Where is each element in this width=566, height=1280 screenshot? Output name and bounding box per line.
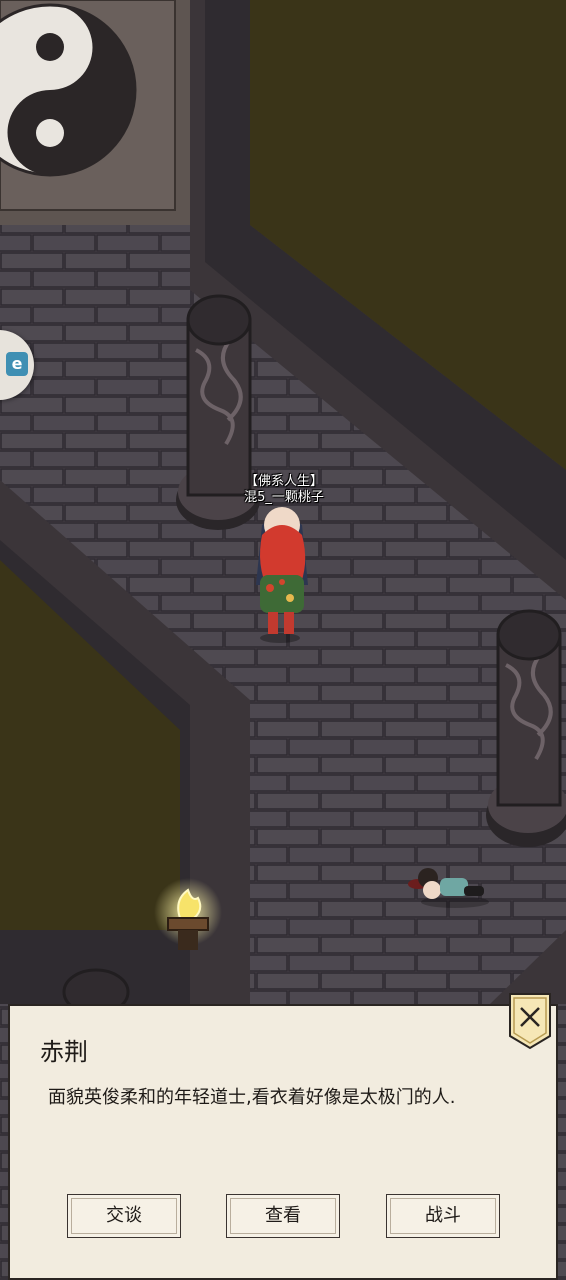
inspect-button[interactable]: 查看	[226, 1194, 340, 1238]
yin-yang-platform	[0, 0, 190, 225]
fight-button[interactable]: 战斗	[386, 1194, 500, 1238]
player-name-tag: 【佛系人生】 混5_一颗桃子	[236, 474, 332, 506]
player-name: 混5_一颗桃子	[244, 490, 324, 505]
npc-description: 面貌英俊柔和的年轻道士,看衣着好像是太极门的人.	[48, 1087, 456, 1108]
close-button[interactable]	[508, 992, 552, 1050]
menu-tab-icon: e	[6, 352, 28, 376]
talk-button[interactable]: 交谈	[67, 1194, 181, 1238]
pillar-right	[486, 609, 566, 847]
npc-dialog: 赤荆 面貌英俊柔和的年轻道士,看衣着好像是太极门的人. 交谈 查看 战斗	[8, 1004, 558, 1280]
npc-name: 赤荆	[40, 1038, 88, 1066]
player-title: 【佛系人生】	[244, 474, 323, 489]
